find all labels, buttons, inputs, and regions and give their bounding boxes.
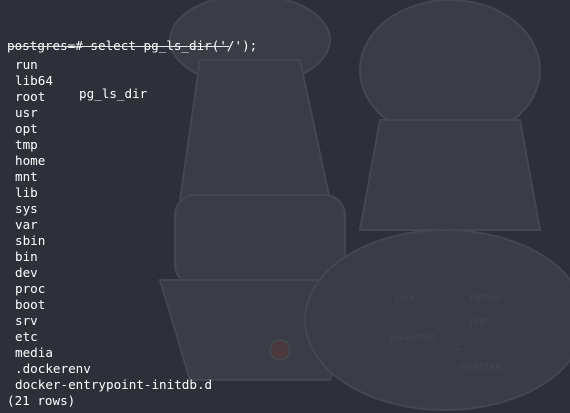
result-row: tmp xyxy=(15,137,38,152)
result-row: bin xyxy=(15,249,38,264)
header-separator xyxy=(9,46,229,47)
svg-text:C: C xyxy=(455,343,461,353)
result-row: lib xyxy=(15,185,38,200)
result-row: dev xyxy=(15,265,38,280)
svg-text:JavaScript: JavaScript xyxy=(389,333,436,343)
result-row: home xyxy=(15,153,46,168)
result-row: opt xyxy=(15,121,38,136)
result-row: root xyxy=(15,89,46,104)
result-row: .dockerenv xyxy=(15,361,91,376)
result-row: mnt xyxy=(15,169,38,184)
result-row: srv xyxy=(15,313,38,328)
result-row: etc xyxy=(15,329,38,344)
result-row: usr xyxy=(15,105,38,120)
result-row: var xyxy=(15,217,38,232)
svg-text:FORTRAN: FORTRAN xyxy=(460,363,502,373)
result-row: docker-entrypoint-initdb.d xyxy=(15,377,213,392)
result-row: lib64 xyxy=(15,73,53,88)
result-row: run xyxy=(15,57,38,72)
result-row: proc xyxy=(15,281,46,296)
result-row: sbin xyxy=(15,233,46,248)
result-rows: run lib64 root usr opt tmp home mnt lib sys var sbi… xyxy=(15,57,212,393)
svg-text:Python: Python xyxy=(470,293,501,303)
result-row: boot xyxy=(15,297,46,312)
result-row: media xyxy=(15,345,53,360)
result-row: sys xyxy=(15,201,38,216)
row-count: (21 rows) xyxy=(7,393,76,408)
svg-text:Java: Java xyxy=(394,293,414,303)
svg-text:PHP: PHP xyxy=(470,318,488,328)
